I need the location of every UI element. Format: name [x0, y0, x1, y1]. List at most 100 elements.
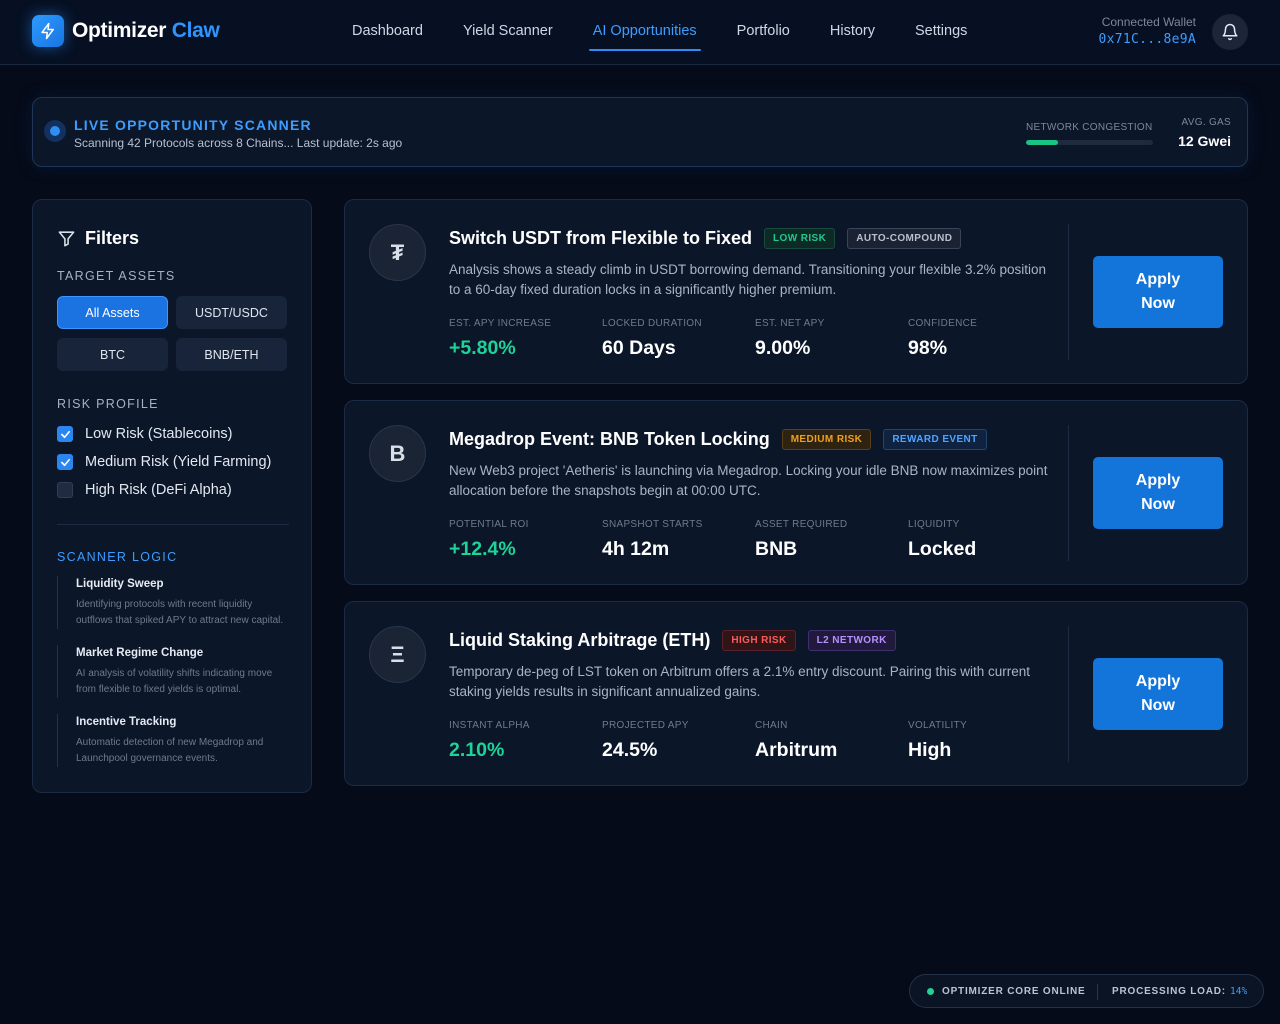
filters-title: Filters — [85, 228, 140, 248]
metric: ASSET REQUIRED BNB — [755, 519, 905, 561]
metric-value: BNB — [755, 538, 798, 560]
core-status-text: OPTIMIZER CORE ONLINE — [942, 986, 1086, 997]
nav-settings[interactable]: Settings — [895, 0, 987, 65]
card-title: Liquid Staking Arbitrage (ETH) — [449, 630, 711, 650]
metric: LIQUIDITY Locked — [908, 519, 1058, 561]
risk-badge: MEDIUM RISK — [781, 429, 872, 450]
logic-item-title: Incentive Tracking — [76, 716, 177, 728]
metric-label: ASSET REQUIRED — [755, 519, 848, 530]
scanner-subtitle: Scanning 42 Protocols across 8 Chains...… — [74, 136, 403, 150]
opportunity-card-bnb: B Megadrop Event: BNB Token Locking MEDI… — [344, 400, 1248, 585]
nav-portfolio[interactable]: Portfolio — [717, 0, 810, 65]
metric-label: CHAIN — [755, 720, 788, 731]
nav-dashboard[interactable]: Dashboard — [332, 0, 443, 65]
nav-yield-scanner[interactable]: Yield Scanner — [443, 0, 573, 65]
apply-now-button[interactable]: Apply Now — [1093, 256, 1223, 328]
metric-value: Locked — [908, 538, 977, 560]
metric: CONFIDENCE 98% — [908, 318, 1058, 360]
asset-chip-btc[interactable]: BTC — [57, 338, 168, 371]
logic-item-title: Market Regime Change — [76, 647, 204, 659]
risk-high-checkbox[interactable]: High Risk (DeFi Alpha) — [57, 482, 232, 498]
opportunity-card-eth: Ξ Liquid Staking Arbitrage (ETH) HIGH RI… — [344, 601, 1248, 786]
logic-item-title: Liquidity Sweep — [76, 578, 164, 590]
logic-item-desc: Automatic detection of new Megadrop and … — [76, 737, 264, 764]
metric-value: 9.00% — [755, 337, 811, 359]
checkbox-checked-icon — [57, 454, 73, 470]
card-title-row: Megadrop Event: BNB Token Locking MEDIUM… — [449, 429, 987, 450]
metric-value: 4h 12m — [602, 538, 670, 560]
feature-badge: L2 NETWORK — [807, 630, 896, 651]
status-divider — [1097, 984, 1098, 1000]
risk-high-label: High Risk (DeFi Alpha) — [85, 482, 232, 498]
brand-name-part2: Claw — [171, 19, 220, 42]
congestion-label: NETWORK CONGESTION — [1026, 122, 1153, 133]
risk-low-label: Low Risk (Stablecoins) — [85, 426, 233, 442]
nav-history[interactable]: History — [810, 0, 895, 65]
card-description: Analysis shows a steady climb in USDT bo… — [449, 262, 1047, 297]
avg-gas: AVG. GAS 12 Gwei — [1178, 117, 1231, 149]
processing-load-label: PROCESSING LOAD: — [1112, 986, 1226, 997]
apply-now-button[interactable]: Apply Now — [1093, 658, 1223, 730]
card-title-row: Switch USDT from Flexible to Fixed LOW R… — [449, 228, 962, 249]
gas-label: AVG. GAS — [1181, 117, 1231, 128]
brand-name-part1: Optimizer — [72, 19, 167, 42]
card-title-row: Liquid Staking Arbitrage (ETH) HIGH RISK… — [449, 630, 896, 651]
opportunity-card-usdt: ₮ Switch USDT from Flexible to Fixed LOW… — [344, 199, 1248, 384]
scanner-title: LIVE OPPORTUNITY SCANNER — [74, 117, 312, 133]
metric: PROJECTED APY 24.5% — [602, 720, 752, 762]
wallet-info[interactable]: Connected Wallet 0x71C...8e9A — [1098, 15, 1196, 47]
nav-ai-opportunities[interactable]: AI Opportunities — [573, 0, 717, 65]
gas-value: 12 Gwei — [1178, 133, 1231, 149]
brand-logo[interactable]: Optimizer Claw — [32, 15, 220, 47]
metric-value: +12.4% — [449, 538, 516, 560]
bell-icon — [1222, 23, 1238, 41]
card-title: Megadrop Event: BNB Token Locking — [449, 429, 770, 449]
metric-label: POTENTIAL ROI — [449, 519, 529, 530]
feature-badge: REWARD EVENT — [883, 429, 987, 450]
metric: VOLATILITY High — [908, 720, 1058, 762]
live-scanner-banner: LIVE OPPORTUNITY SCANNER Scanning 42 Pro… — [32, 97, 1248, 167]
metric: CHAIN Arbitrum — [755, 720, 905, 762]
card-divider — [1068, 224, 1069, 360]
asset-chip-usdt-usdc[interactable]: USDT/USDC — [176, 296, 287, 329]
asset-chip-all[interactable]: All Assets — [57, 296, 168, 329]
metric: INSTANT ALPHA 2.10% — [449, 720, 599, 762]
live-indicator-icon — [44, 120, 66, 142]
system-status-pill: OPTIMIZER CORE ONLINE PROCESSING LOAD: 1… — [909, 974, 1264, 1008]
processing-load-value: 14% — [1230, 986, 1248, 997]
metric-value: 24.5% — [602, 739, 658, 761]
filters-header: Filters — [57, 228, 139, 249]
congestion-bar-fill — [1026, 140, 1058, 145]
risk-low-checkbox[interactable]: Low Risk (Stablecoins) — [57, 426, 232, 442]
metric-value: High — [908, 739, 952, 761]
ethereum-icon: Ξ — [369, 626, 426, 683]
metric-label: LOCKED DURATION — [602, 318, 702, 329]
brand-name: Optimizer Claw — [72, 19, 220, 43]
card-title: Switch USDT from Flexible to Fixed — [449, 228, 753, 248]
main-nav: Dashboard Yield Scanner AI Opportunities… — [332, 0, 987, 65]
risk-badge: LOW RISK — [764, 228, 836, 249]
metric: EST. APY INCREASE +5.80% — [449, 318, 599, 360]
metric-value: 2.10% — [449, 739, 505, 761]
metric: EST. NET APY 9.00% — [755, 318, 905, 360]
checkbox-unchecked-icon — [57, 482, 73, 498]
target-assets-label: TARGET ASSETS — [57, 269, 176, 283]
filters-divider — [57, 524, 289, 525]
metric-label: PROJECTED APY — [602, 720, 689, 731]
network-congestion: NETWORK CONGESTION — [1026, 122, 1153, 145]
metric-value: +5.80% — [449, 337, 516, 359]
wallet-label: Connected Wallet — [1101, 15, 1196, 29]
metric-value: 98% — [908, 337, 948, 359]
risk-profile-label: RISK PROFILE — [57, 397, 159, 411]
asset-chip-bnb-eth[interactable]: BNB/ETH — [176, 338, 287, 371]
notifications-button[interactable] — [1212, 14, 1248, 50]
metric-label: EST. APY INCREASE — [449, 318, 552, 329]
metric-value: 60 Days — [602, 337, 676, 359]
risk-medium-checkbox[interactable]: Medium Risk (Yield Farming) — [57, 454, 271, 470]
lightning-icon — [32, 15, 64, 47]
apply-now-button[interactable]: Apply Now — [1093, 457, 1223, 529]
metric-label: INSTANT ALPHA — [449, 720, 530, 731]
congestion-bar — [1026, 140, 1153, 145]
top-header: Optimizer Claw Dashboard Yield Scanner A… — [0, 0, 1280, 65]
filters-panel: Filters TARGET ASSETS All Assets USDT/US… — [32, 199, 312, 793]
